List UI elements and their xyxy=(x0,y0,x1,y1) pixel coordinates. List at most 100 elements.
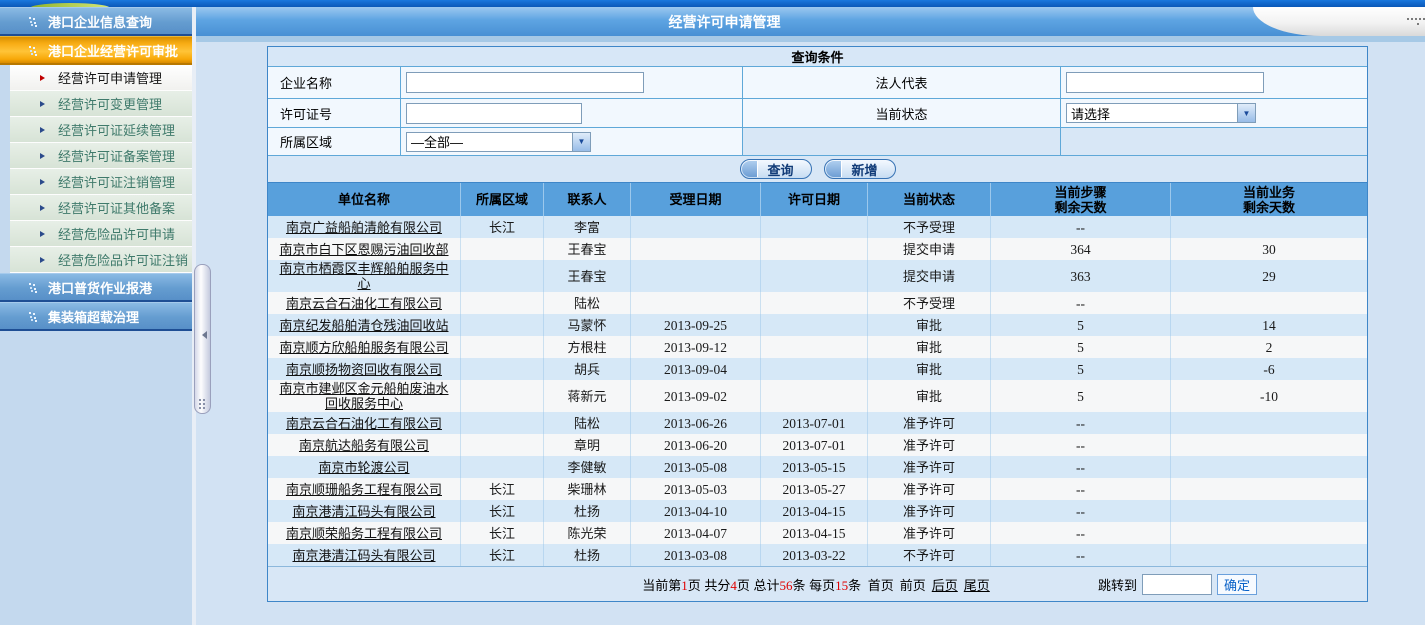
pagination-text: 56 xyxy=(779,578,792,593)
cell-step-days: -- xyxy=(990,434,1170,456)
company-name-link[interactable]: 南京顺珊船务工程有限公司 xyxy=(286,482,442,497)
sidebar-subitem[interactable]: 经营危险品许可申请 xyxy=(10,221,192,247)
column-header: 受理日期 xyxy=(630,183,760,216)
cell-accept: 2013-04-07 xyxy=(630,522,760,544)
cell-license: 2013-05-15 xyxy=(760,456,867,478)
results-table-body: 南京广益船舶清舱有限公司长江李富不予受理--南京市白下区恩赐污油回收部王春宝提交… xyxy=(268,216,1367,566)
prev-page-link[interactable]: 前页 xyxy=(900,578,926,593)
region-select[interactable]: —全部— ▼ xyxy=(406,132,591,152)
sidebar-item[interactable]: 港口企业经营许可审批 xyxy=(0,36,192,65)
cell-contact: 方根柱 xyxy=(543,336,630,358)
cell-status: 审批 xyxy=(867,380,990,412)
jump-to-label: 跳转到 xyxy=(1098,575,1137,594)
cell-biz-days xyxy=(1170,500,1367,522)
sidebar-collapse-splitter[interactable] xyxy=(194,264,211,414)
cell-region xyxy=(460,336,543,358)
chevron-down-icon: ▼ xyxy=(1237,104,1255,122)
query-buttons-row: 查询 新增 xyxy=(268,155,1367,182)
cell-license xyxy=(760,238,867,260)
cell-biz-days xyxy=(1170,216,1367,238)
query-form-row-1: 企业名称 法人代表 xyxy=(268,66,1367,98)
logo-fragment xyxy=(30,3,110,7)
company-name-link[interactable]: 南京纪发船舶清仓残油回收站 xyxy=(279,318,448,333)
table-row: 南京纪发船舶清仓残油回收站马蒙怀2013-09-25审批514 xyxy=(268,314,1367,336)
region-label: 所属区域 xyxy=(268,127,400,155)
company-name-link[interactable]: 南京顺扬物资回收有限公司 xyxy=(286,362,442,377)
cell-biz-days: 30 xyxy=(1170,238,1367,260)
status-select[interactable]: 请选择 ▼ xyxy=(1066,103,1256,123)
menu-bullet-icon xyxy=(28,45,39,56)
first-page-link[interactable]: 首页 xyxy=(868,578,894,593)
cell-biz-days xyxy=(1170,478,1367,500)
add-new-button[interactable]: 新增 xyxy=(824,159,896,179)
cell-step-days: -- xyxy=(990,522,1170,544)
cell-contact: 杜扬 xyxy=(543,544,630,566)
cell-status: 提交申请 xyxy=(867,238,990,260)
cell-region xyxy=(460,292,543,314)
cell-company-name: 南京纪发船舶清仓残油回收站 xyxy=(268,314,460,336)
sidebar-subitem[interactable]: 经营许可申请管理 xyxy=(10,65,192,91)
table-row: 南京顺扬物资回收有限公司胡兵2013-09-04审批5-6 xyxy=(268,358,1367,380)
search-button[interactable]: 查询 xyxy=(740,159,812,179)
last-page-link[interactable]: 尾页 xyxy=(964,578,990,593)
cell-contact: 杜扬 xyxy=(543,500,630,522)
page-title: 经营许可申请管理 xyxy=(196,7,1253,36)
cell-contact: 李健敏 xyxy=(543,456,630,478)
company-name-link[interactable]: 南京港清江码头有限公司 xyxy=(292,504,435,519)
company-name-link[interactable]: 南京广益船舶清舱有限公司 xyxy=(286,220,442,235)
column-header: 联系人 xyxy=(543,183,630,216)
cell-biz-days xyxy=(1170,292,1367,314)
sidebar-subitem[interactable]: 经营许可证注销管理 xyxy=(10,169,192,195)
table-row: 南京云合石油化工有限公司陆松不予受理-- xyxy=(268,292,1367,314)
sidebar-item-label: 港口企业经营许可审批 xyxy=(48,41,178,60)
next-page-link[interactable]: 后页 xyxy=(932,578,958,593)
cell-accept: 2013-09-25 xyxy=(630,314,760,336)
license-no-label: 许可证号 xyxy=(268,98,400,127)
sidebar-item-label: 港口企业信息查询 xyxy=(48,12,152,31)
sidebar-subitem[interactable]: 经营许可证其他备案 xyxy=(10,195,192,221)
cell-contact: 李富 xyxy=(543,216,630,238)
company-name-link[interactable]: 南京云合石油化工有限公司 xyxy=(286,416,442,431)
company-name-link[interactable]: 南京顺方欣船舶服务有限公司 xyxy=(279,340,448,355)
company-name-input[interactable] xyxy=(406,72,644,93)
cell-contact: 陆松 xyxy=(543,292,630,314)
company-name-link[interactable]: 南京港清江码头有限公司 xyxy=(292,548,435,563)
search-button-label: 查询 xyxy=(767,160,793,179)
cell-status: 不予受理 xyxy=(867,292,990,314)
table-row: 南京港清江码头有限公司长江杜扬2013-04-102013-04-15准予许可-… xyxy=(268,500,1367,522)
sidebar-item[interactable]: 港口普货作业报港 xyxy=(0,273,192,302)
submenu-arrow-icon xyxy=(40,205,48,211)
company-name-link[interactable]: 南京航达船务有限公司 xyxy=(299,438,429,453)
company-name-link[interactable]: 南京市白下区恩赐污油回收部 xyxy=(279,242,448,257)
cell-status: 准予许可 xyxy=(867,522,990,544)
pagination-text: 当前第 xyxy=(642,578,681,593)
sidebar-item-label: 经营危险品许可证注销 xyxy=(58,250,188,269)
license-no-input[interactable] xyxy=(406,103,582,124)
pagination-bar: 当前第1页 共分4页 总计56条 每页15条 首页前页后页尾页 跳转到 确定 xyxy=(268,566,1367,601)
cell-accept xyxy=(630,260,760,292)
sidebar-item[interactable]: 集装箱超载治理 xyxy=(0,302,192,331)
cell-status: 不予受理 xyxy=(867,216,990,238)
menu-bullet-icon xyxy=(28,16,39,27)
company-name-link[interactable]: 南京市轮渡公司 xyxy=(318,460,409,475)
cell-contact: 柴珊林 xyxy=(543,478,630,500)
submenu-arrow-icon xyxy=(40,101,48,107)
sidebar-item-label: 经营许可证备案管理 xyxy=(58,146,175,165)
table-row: 南京云合石油化工有限公司陆松2013-06-262013-07-01准予许可-- xyxy=(268,412,1367,434)
company-name-link[interactable]: 南京市建邺区金元船舶废油水回收服务中心 xyxy=(276,381,452,411)
column-header: 所属区域 xyxy=(460,183,543,216)
sidebar-subitem[interactable]: 经营许可证备案管理 xyxy=(10,143,192,169)
cell-contact: 章明 xyxy=(543,434,630,456)
legal-person-input[interactable] xyxy=(1066,72,1264,93)
company-name-link[interactable]: 南京顺荣船务工程有限公司 xyxy=(286,526,442,541)
sidebar-subitem[interactable]: 经营危险品许可证注销 xyxy=(10,247,192,273)
sidebar-item[interactable]: 港口企业信息查询 xyxy=(0,7,192,36)
confirm-button[interactable]: 确定 xyxy=(1217,574,1257,595)
company-name-link[interactable]: 南京云合石油化工有限公司 xyxy=(286,296,442,311)
cell-accept: 2013-04-10 xyxy=(630,500,760,522)
company-name-link[interactable]: 南京市栖霞区丰辉船舶服务中心 xyxy=(276,261,452,291)
sidebar-subitem[interactable]: 经营许可变更管理 xyxy=(10,91,192,117)
sidebar-subitem[interactable]: 经营许可证延续管理 xyxy=(10,117,192,143)
cell-company-name: 南京市建邺区金元船舶废油水回收服务中心 xyxy=(268,380,460,412)
jump-page-input[interactable] xyxy=(1142,574,1212,595)
